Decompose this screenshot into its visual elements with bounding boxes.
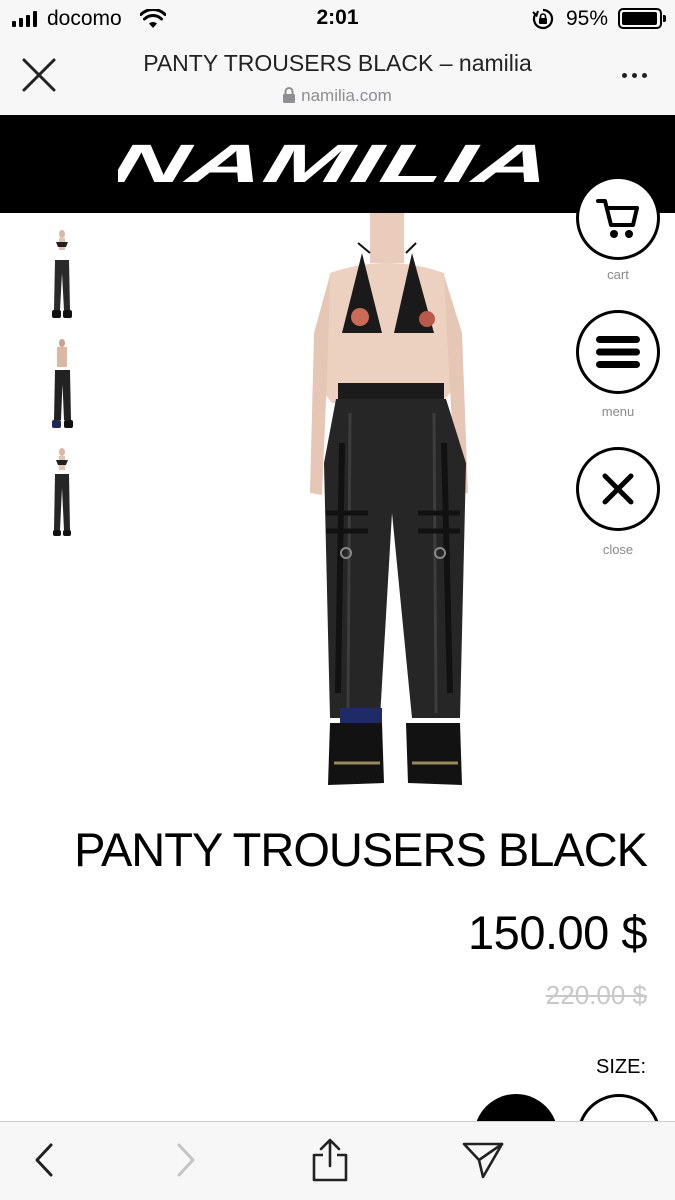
- product-image[interactable]: [230, 213, 570, 798]
- brand-logo[interactable]: NAMILIA: [118, 139, 558, 189]
- menu-button[interactable]: [576, 310, 660, 394]
- forward-icon: [177, 1143, 195, 1177]
- share-button[interactable]: [306, 1136, 354, 1184]
- cart-button[interactable]: [576, 176, 660, 260]
- lock-icon: [283, 87, 296, 103]
- thumbnail-front[interactable]: [38, 228, 88, 324]
- product-price: 150.00 $: [468, 906, 647, 959]
- logo-text: NAMILIA: [118, 139, 557, 189]
- product-title: PANTY TROUSERS BLACK: [74, 823, 648, 876]
- send-icon: [462, 1142, 504, 1179]
- rotation-lock-icon: [532, 8, 554, 30]
- brand-banner: NAMILIA: [0, 115, 675, 213]
- close-label: close: [602, 542, 634, 557]
- back-button[interactable]: [20, 1136, 68, 1184]
- thumbnail-detail[interactable]: [38, 444, 88, 540]
- thumbnail-back[interactable]: [38, 336, 88, 432]
- battery-percent: 95%: [566, 7, 609, 30]
- browser-header: PANTY TROUSERS BLACK – namilia namilia.c…: [0, 38, 675, 115]
- browser-toolbar: [0, 1121, 675, 1200]
- menu-icon: [596, 336, 640, 368]
- cart-label: cart: [607, 267, 629, 282]
- original-price: 220.00 $: [545, 980, 647, 1010]
- forward-button[interactable]: [162, 1136, 210, 1184]
- size-label: SIZE:: [595, 1056, 646, 1078]
- domain-text: namilia.com: [301, 86, 392, 105]
- share-icon: [312, 1138, 348, 1182]
- page-title: PANTY TROUSERS BLACK – namilia: [143, 50, 532, 76]
- battery-icon: [618, 8, 666, 29]
- more-icon[interactable]: [622, 73, 647, 78]
- send-button[interactable]: [459, 1136, 507, 1184]
- back-icon: [35, 1143, 53, 1177]
- menu-label: menu: [601, 404, 635, 419]
- close-button[interactable]: [576, 447, 660, 531]
- status-bar: docomo 2:01 95%: [0, 0, 675, 38]
- url-bar[interactable]: namilia.com: [0, 86, 675, 106]
- close-icon: [602, 473, 634, 505]
- cart-icon: [596, 199, 639, 238]
